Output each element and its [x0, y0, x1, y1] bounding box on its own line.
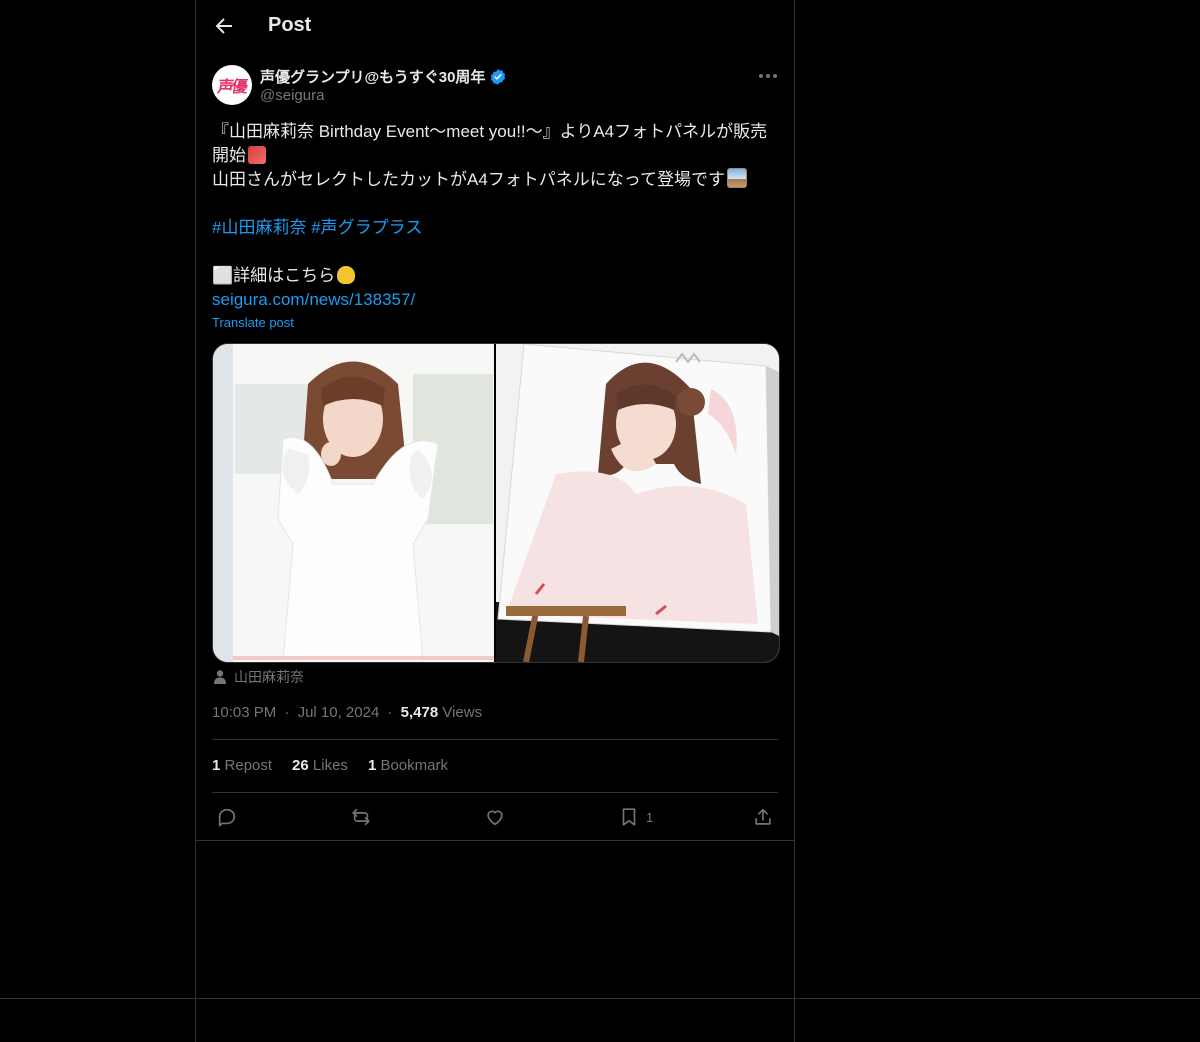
- share-icon: [755, 808, 771, 825]
- author-display-name[interactable]: 声優グランプリ@もうすぐ30周年: [260, 66, 485, 87]
- hashtag-seigura-plus[interactable]: #声グラプラス: [311, 218, 422, 237]
- person-icon: [214, 670, 226, 684]
- post-time[interactable]: 10:03 PM: [212, 704, 276, 721]
- photo-right-illustration: [496, 344, 779, 662]
- share-button[interactable]: [752, 805, 774, 829]
- post-text-line-2: 開始: [212, 146, 246, 165]
- megaphone-emoji-icon: [248, 146, 266, 164]
- reposts-count: 1: [212, 757, 221, 774]
- author-name-row: 声優グランプリ@もうすぐ30周年: [260, 66, 507, 87]
- right-column-border: [794, 0, 795, 1042]
- bookmarks-label: Bookmark: [380, 757, 448, 774]
- avatar[interactable]: 声優: [212, 65, 252, 105]
- pointing-down-emoji-icon: [337, 266, 356, 284]
- bookmark-button[interactable]: 1: [618, 805, 653, 829]
- bookmarks-count: 1: [367, 757, 377, 774]
- bottom-divider: [0, 998, 1200, 999]
- hashtag-yamada-marina[interactable]: #山田麻莉奈: [212, 218, 306, 237]
- meta-divider: [212, 739, 778, 740]
- repost-icon: [352, 808, 370, 826]
- page-title: Post: [268, 14, 312, 36]
- like-button[interactable]: [484, 805, 506, 829]
- meta-separator-1: ·: [284, 704, 290, 721]
- details-text: ⬜詳細はこちら: [212, 266, 336, 285]
- reposts-stat[interactable]: 1 Repost: [212, 757, 272, 774]
- photo-left-illustration: [213, 344, 494, 662]
- views-count: 5,478: [400, 704, 439, 721]
- views-label: Views: [442, 704, 483, 721]
- engagement-stats: 1 Repost 26 Likes 1 Bookmark: [212, 757, 448, 774]
- photo-left[interactable]: [213, 344, 494, 662]
- like-icon: [487, 810, 503, 826]
- post-meta: 10:03 PM · Jul 10, 2024 · 5,478 Views: [212, 704, 482, 721]
- stats-divider: [212, 792, 778, 793]
- translate-post-link[interactable]: Translate post: [212, 315, 294, 330]
- repost-button[interactable]: [350, 805, 372, 829]
- action-bar: 1: [196, 805, 794, 829]
- bookmark-count: 1: [646, 809, 654, 825]
- back-arrow-icon[interactable]: [212, 14, 236, 38]
- meta-separator-2: ·: [387, 704, 393, 721]
- reposts-label: Repost: [224, 757, 273, 774]
- news-link[interactable]: seigura.com/news/138357/: [212, 290, 415, 309]
- post-media[interactable]: [212, 343, 780, 663]
- reply-icon: [218, 808, 236, 827]
- avatar-logo: 声優: [216, 79, 247, 96]
- likes-count: 26: [292, 757, 309, 774]
- media-tag-name: 山田麻莉奈: [234, 669, 304, 685]
- reply-button[interactable]: [216, 805, 238, 829]
- top-bar: Post: [196, 0, 794, 54]
- bookmarks-stat[interactable]: 1 Bookmark: [368, 757, 448, 774]
- post-bottom-divider: [196, 840, 794, 841]
- framed-picture-emoji-icon: [726, 168, 747, 188]
- left-column-border: [195, 0, 196, 1042]
- verified-badge-icon[interactable]: [489, 68, 507, 86]
- post-text: 『山田麻莉奈 Birthday Event〜meet you!!〜』よりA4フォ…: [212, 120, 782, 312]
- likes-label: Likes: [312, 757, 348, 774]
- likes-stat[interactable]: 26 Likes: [292, 757, 348, 774]
- post-date[interactable]: Jul 10, 2024: [298, 704, 380, 721]
- photo-right[interactable]: [496, 344, 779, 662]
- bookmark-icon: [622, 808, 636, 826]
- post-text-line-3: 山田さんがセレクトしたカットがA4フォトパネルになって登場です: [212, 170, 725, 189]
- media-person-tag[interactable]: 山田麻莉奈: [212, 667, 304, 687]
- author-handle[interactable]: @seigura: [260, 87, 324, 104]
- post-text-line-1: 『山田麻莉奈 Birthday Event〜meet you!!〜』よりA4フォ…: [212, 122, 768, 141]
- more-icon[interactable]: [756, 66, 780, 86]
